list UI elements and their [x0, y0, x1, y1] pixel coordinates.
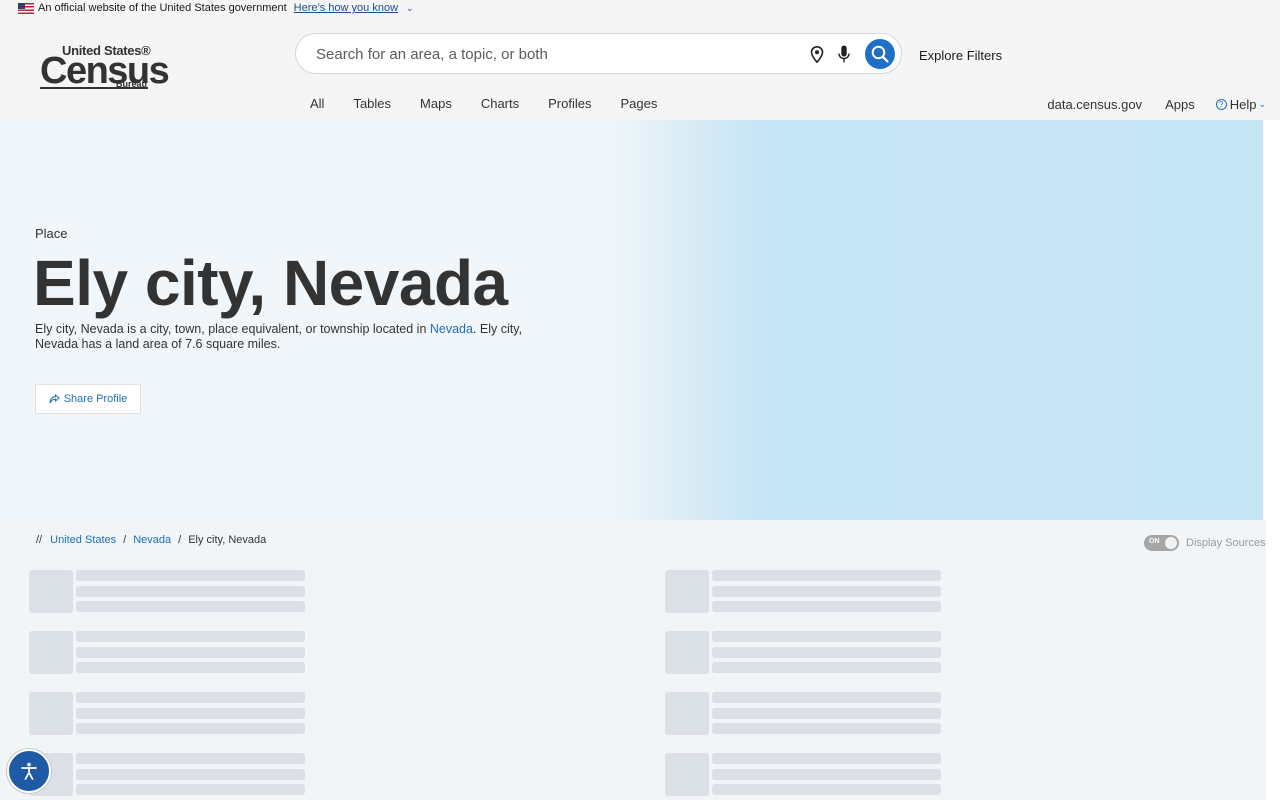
loading-placeholder [29, 631, 305, 674]
gov-banner-text: An official website of the United States… [38, 2, 287, 14]
hero-description: Ely city, Nevada is a city, town, place … [35, 322, 523, 351]
breadcrumb-united-states[interactable]: United States [50, 534, 116, 546]
data-census-gov-link[interactable]: data.census.gov [1047, 97, 1142, 112]
nav-tables[interactable]: Tables [353, 96, 391, 111]
accessibility-icon [21, 762, 37, 780]
loading-placeholder [665, 570, 941, 613]
loading-placeholder [665, 631, 941, 674]
profile-content: // United States / Nevada / Ely city, Ne… [0, 520, 1266, 800]
loading-placeholder [29, 753, 305, 796]
census-logo[interactable]: United States® Census Bureau [40, 43, 170, 91]
nav-pages[interactable]: Pages [620, 96, 657, 111]
loading-placeholder [665, 692, 941, 735]
right-nav: data.census.gov Apps ? Help ⌄ [1024, 97, 1266, 112]
accessibility-button[interactable] [7, 749, 51, 793]
nav-maps[interactable]: Maps [420, 96, 452, 111]
nevada-link[interactable]: Nevada [430, 322, 473, 336]
help-label: Help [1229, 97, 1257, 112]
breadcrumb-current: Ely city, Nevada [188, 534, 267, 546]
share-profile-label: Share Profile [63, 393, 128, 405]
share-icon [49, 394, 60, 404]
breadcrumb: // United States / Nevada / Ely city, Ne… [36, 534, 267, 546]
microphone-icon[interactable] [837, 45, 851, 64]
search-icon [871, 45, 889, 63]
loading-placeholder [29, 692, 305, 735]
logo-line-2: Census [40, 50, 170, 92]
geo-type-label: Place [35, 226, 68, 241]
location-pin-icon[interactable] [810, 46, 824, 63]
search-button[interactable] [865, 39, 895, 69]
display-sources-label: Display Sources [1186, 537, 1266, 549]
apps-link[interactable]: Apps [1165, 97, 1195, 112]
us-flag-icon [18, 2, 34, 14]
help-circle-icon: ? [1215, 99, 1227, 110]
share-profile-button[interactable]: Share Profile [35, 384, 141, 414]
site-header: United States® Census Bureau Explore Fil… [0, 16, 1280, 120]
breadcrumb-nevada[interactable]: Nevada [133, 534, 171, 546]
explore-filters-link[interactable]: Explore Filters [919, 48, 1002, 63]
chevron-down-icon[interactable]: ⌄ [406, 3, 414, 14]
display-sources-toggle[interactable]: ON Display Sources [1144, 535, 1266, 551]
help-menu[interactable]: ? Help ⌄ [1215, 97, 1266, 112]
profile-hero: Place Ely city, Nevada Ely city, Nevada … [0, 120, 1263, 520]
result-type-nav: All Tables Maps Charts Profiles Pages [310, 96, 686, 111]
nav-all[interactable]: All [310, 96, 324, 111]
breadcrumb-root: // [36, 534, 43, 546]
page-title: Ely city, Nevada [33, 247, 508, 319]
gov-banner: An official website of the United States… [0, 0, 1280, 16]
search-input[interactable] [316, 44, 786, 64]
nav-profiles[interactable]: Profiles [548, 96, 591, 111]
heres-how-you-know-link[interactable]: Here’s how you know [294, 2, 398, 14]
nav-charts[interactable]: Charts [481, 96, 519, 111]
loading-placeholder [29, 570, 305, 613]
search-bar [295, 33, 902, 74]
chevron-down-icon: ⌄ [1258, 99, 1266, 109]
toggle-switch[interactable]: ON [1144, 535, 1179, 551]
loading-placeholder [665, 753, 941, 796]
